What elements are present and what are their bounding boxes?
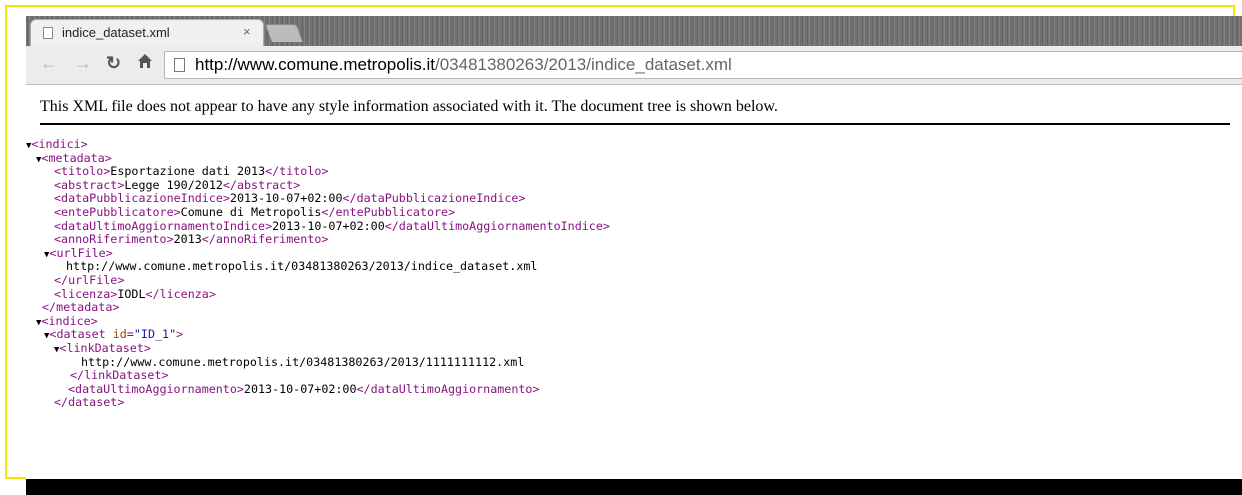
- url-host: http://www.comune.metropolis.it: [195, 55, 435, 74]
- xml-line-datapubblicazioneindice: <dataPubblicazioneIndice>2013-10-07+02:0…: [54, 191, 526, 206]
- xml-line-dataultimoaggiornamento: <dataUltimoAggiornamento>2013-10-07+02:0…: [68, 381, 540, 396]
- tab-title: indice_dataset.xml: [62, 25, 170, 40]
- page-icon: [174, 58, 185, 72]
- close-icon[interactable]: ×: [243, 24, 251, 39]
- home-icon[interactable]: [137, 53, 153, 73]
- back-arrow-icon[interactable]: ←: [40, 53, 58, 73]
- page-icon: [43, 27, 53, 39]
- url-path: /03481380263/2013/indice_dataset.xml: [434, 55, 732, 74]
- xml-line-linkdataset-close: </linkDataset>: [70, 368, 169, 383]
- new-tab-button[interactable]: [264, 24, 304, 42]
- address-bar[interactable]: http://www.comune.metropolis.it/03481380…: [164, 51, 1242, 79]
- forward-arrow-icon[interactable]: →: [74, 53, 92, 73]
- xml-line-entepubblicatore: <entePubblicatore>Comune di Metropolis</…: [54, 205, 456, 219]
- xml-line-urlfile-close: </urlFile>: [54, 273, 125, 287]
- xml-line-abstract: <abstract>Legge 190/2012</abstract>: [54, 177, 301, 192]
- xml-line-linkdataset-value: http://www.comune.metropolis.it/03481380…: [81, 354, 525, 369]
- browser-tab[interactable]: indice_dataset.xml ×: [30, 19, 264, 46]
- xml-line-annoriferimento: <annoRiferimento>2013</annoRiferimento>: [54, 232, 329, 247]
- xml-line-metadata-close: </metadata>: [42, 300, 120, 315]
- tab-strip: indice_dataset.xml ×: [26, 16, 1242, 46]
- xml-line-dataset-close: </dataset>: [54, 395, 125, 410]
- xml-line-dataultimoaggiornamentoindice: <dataUltimoAggiornamentoIndice>2013-10-0…: [54, 218, 610, 233]
- reload-icon[interactable]: ↻: [106, 53, 121, 73]
- divider: [40, 123, 1230, 125]
- xml-info-message: This XML file does not appear to have an…: [40, 98, 778, 115]
- drop-shadow-bottom: [26, 479, 1242, 495]
- xml-line-urlfile-value: http://www.comune.metropolis.it/03481380…: [66, 259, 538, 274]
- xml-line-licenza: <licenza>IODL</licenza>: [54, 286, 216, 301]
- url-text[interactable]: http://www.comune.metropolis.it/03481380…: [195, 55, 732, 75]
- toolbar: ← → ↻ http://www.comune.metropolis.it/03…: [26, 46, 1242, 85]
- browser-window: indice_dataset.xml × ← → ↻ http://www.co…: [26, 16, 1242, 479]
- xml-line-titolo: <titolo>Esportazione dati 2013</titolo>: [54, 164, 329, 179]
